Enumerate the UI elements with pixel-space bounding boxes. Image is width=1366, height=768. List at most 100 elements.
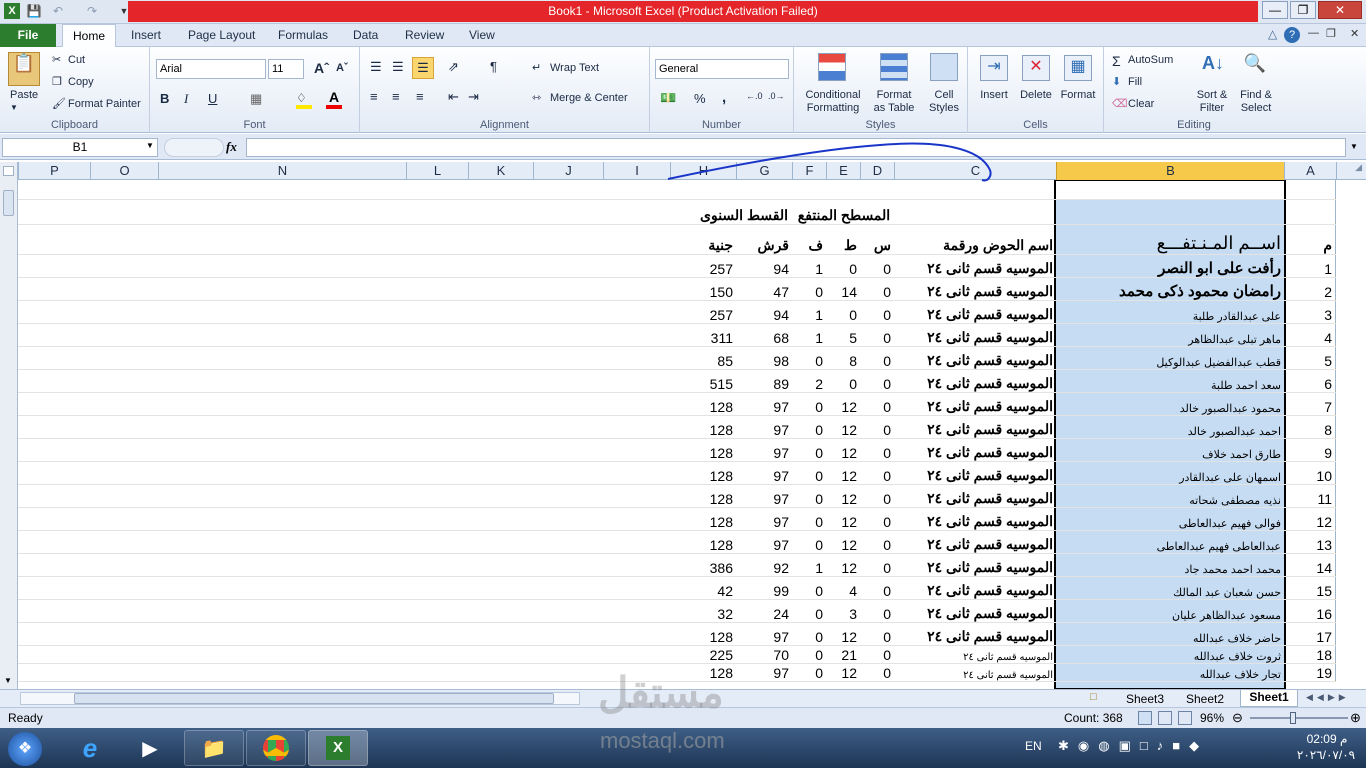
- cell-basin[interactable]: الموسيه قسم ثانى ٢٤: [894, 324, 1056, 346]
- insert-cells-icon[interactable]: ⇥: [980, 55, 1008, 81]
- column-header-l[interactable]: L: [406, 162, 468, 180]
- merge-center-icon[interactable]: ⇿: [532, 91, 541, 104]
- row-header[interactable]: 21: [1335, 646, 1336, 663]
- cell-name[interactable]: اسمهان على عبدالقادر: [1056, 462, 1284, 484]
- cell-p[interactable]: 257: [670, 301, 736, 323]
- cell-f[interactable]: 1: [792, 554, 826, 576]
- cell-m[interactable]: 7: [1284, 393, 1335, 415]
- format-as-table-icon[interactable]: [880, 53, 908, 81]
- sort-filter-label-1[interactable]: Sort &: [1192, 89, 1232, 101]
- cell-m[interactable]: 16: [1284, 600, 1335, 622]
- cell-basin[interactable]: الموسيه قسم ثانى ٢٤: [894, 416, 1056, 438]
- cell-basin[interactable]: الموسيه قسم ثانى ٢٤: [894, 646, 1056, 663]
- cell-m[interactable]: 1: [1284, 255, 1335, 277]
- cell-f[interactable]: 0: [792, 646, 826, 663]
- currency-icon[interactable]: 💵: [660, 90, 676, 106]
- percent-button[interactable]: %: [694, 91, 706, 106]
- wrap-text-button[interactable]: Wrap Text: [550, 62, 599, 74]
- row-header[interactable]: 19: [1335, 600, 1336, 622]
- cell-m[interactable]: 10: [1284, 462, 1335, 484]
- copy-button[interactable]: Copy: [68, 76, 94, 88]
- cell-s[interactable]: 0: [860, 600, 894, 622]
- cell-f[interactable]: 0: [792, 531, 826, 553]
- cell-p[interactable]: 128: [670, 416, 736, 438]
- cell-basin[interactable]: الموسيه قسم ثانى ٢٤: [894, 370, 1056, 392]
- bold-button[interactable]: B: [160, 91, 169, 106]
- cell-q[interactable]: 70: [736, 646, 792, 663]
- row-header[interactable]: 12: [1335, 439, 1336, 461]
- cell-basin[interactable]: الموسيه قسم ثانى ٢٤: [894, 577, 1056, 599]
- split-box-icon[interactable]: [3, 166, 14, 176]
- increase-indent-icon[interactable]: ⇥: [468, 89, 479, 105]
- cell-p[interactable]: 128: [670, 485, 736, 507]
- cell-t[interactable]: 12: [826, 485, 860, 507]
- cell-p[interactable]: 128: [670, 393, 736, 415]
- cell-s[interactable]: 0: [860, 508, 894, 530]
- cell-f[interactable]: 0: [792, 416, 826, 438]
- cell-f[interactable]: 0: [792, 278, 826, 300]
- cell-f[interactable]: 0: [792, 462, 826, 484]
- row-header[interactable]: 18: [1335, 577, 1336, 599]
- internet-explorer-icon[interactable]: e: [60, 730, 120, 766]
- cell-basin[interactable]: الموسيه قسم ثانى ٢٤: [894, 664, 1056, 681]
- cell-f[interactable]: 0: [792, 664, 826, 681]
- cell-basin[interactable]: الموسيه قسم ثانى ٢٤: [894, 393, 1056, 415]
- cell-p[interactable]: 128: [670, 439, 736, 461]
- row-header[interactable]: 22: [1335, 664, 1336, 681]
- cell-t[interactable]: 12: [826, 462, 860, 484]
- cell-f[interactable]: 1: [792, 324, 826, 346]
- cell-f[interactable]: 1: [792, 301, 826, 323]
- column-header-o[interactable]: O: [90, 162, 158, 180]
- font-color-icon[interactable]: A: [326, 89, 342, 109]
- cell-f[interactable]: 0: [792, 600, 826, 622]
- insert-cells-button[interactable]: Insert: [976, 89, 1012, 101]
- autosum-button[interactable]: AutoSum: [1128, 54, 1173, 66]
- cell-name[interactable]: قطب عبدالفضيل عبدالوكيل: [1056, 347, 1284, 369]
- cell-p[interactable]: 386: [670, 554, 736, 576]
- row-header[interactable]: 15: [1335, 508, 1336, 530]
- cell-name[interactable]: رامضان محمود ذكى محمد: [1056, 278, 1284, 300]
- cell-basin[interactable]: الموسيه قسم ثانى ٢٤: [894, 554, 1056, 576]
- row-header[interactable]: 1: [1335, 180, 1336, 199]
- cell-m[interactable]: 17: [1284, 623, 1335, 645]
- cell-s[interactable]: 0: [860, 485, 894, 507]
- tray-icons[interactable]: ✱◉◍▣□♪■◆: [1058, 738, 1208, 754]
- cell-styles-label-2[interactable]: Styles: [922, 102, 966, 114]
- file-explorer-icon[interactable]: 📁: [184, 730, 244, 766]
- merge-center-button[interactable]: Merge & Center: [550, 92, 628, 104]
- zoom-slider-handle[interactable]: [1290, 712, 1296, 724]
- tab-data[interactable]: Data: [353, 28, 378, 42]
- workbook-close-icon[interactable]: ✕: [1350, 27, 1359, 40]
- shrink-font-icon[interactable]: Aˇ: [336, 62, 348, 74]
- workbook-restore-icon[interactable]: ❐: [1326, 27, 1336, 40]
- cell-name[interactable]: ثروت خلاف عبدالله: [1056, 646, 1284, 663]
- cell-p[interactable]: 42: [670, 577, 736, 599]
- cell-s[interactable]: 0: [860, 278, 894, 300]
- zoom-slider[interactable]: [1250, 717, 1348, 719]
- cell-t[interactable]: 12: [826, 664, 860, 681]
- cell-styles-label-1[interactable]: Cell: [926, 89, 962, 101]
- cell-m[interactable]: 5: [1284, 347, 1335, 369]
- conditional-formatting-label-1[interactable]: Conditional: [802, 89, 864, 101]
- clock-date[interactable]: ٢٠٢٦/٠٧/٠٩: [1290, 748, 1362, 762]
- cell-t[interactable]: 0: [826, 255, 860, 277]
- cell-s[interactable]: 0: [860, 255, 894, 277]
- paste-button[interactable]: Paste: [10, 89, 38, 101]
- cell-f[interactable]: 0: [792, 508, 826, 530]
- cut-button[interactable]: Cut: [68, 54, 85, 66]
- cell-m[interactable]: 4: [1284, 324, 1335, 346]
- restore-button[interactable]: ❐: [1290, 1, 1316, 19]
- tab-review[interactable]: Review: [405, 28, 444, 42]
- cell-f[interactable]: 0: [792, 439, 826, 461]
- cell-s[interactable]: 0: [860, 393, 894, 415]
- cell-s[interactable]: 0: [860, 646, 894, 663]
- cell-t[interactable]: 0: [826, 301, 860, 323]
- cell-s[interactable]: 0: [860, 347, 894, 369]
- cell-name[interactable]: حاضر خلاف عبدالله: [1056, 623, 1284, 645]
- cell-f[interactable]: 0: [792, 393, 826, 415]
- format-painter-icon[interactable]: 🖌: [52, 97, 66, 110]
- select-all-corner[interactable]: ◢: [1336, 162, 1366, 180]
- row-header[interactable]: 17: [1335, 554, 1336, 576]
- cell-m[interactable]: 18: [1284, 646, 1335, 663]
- cell-t[interactable]: 12: [826, 393, 860, 415]
